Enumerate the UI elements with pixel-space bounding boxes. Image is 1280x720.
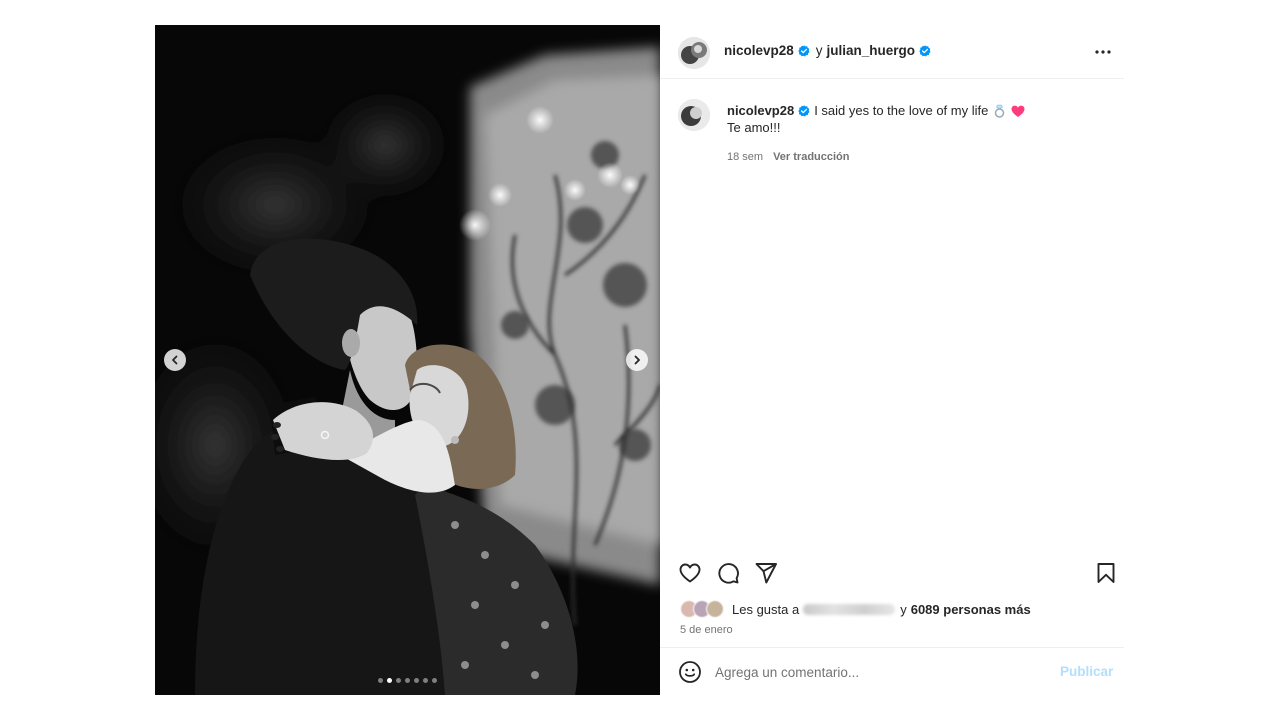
likes-prefix: Les gusta a (732, 601, 800, 617)
post-authors: nicolevp28 y julian_huergo (724, 43, 931, 58)
caption-body: nicolevp28 I said yes to the love of my … (727, 103, 1107, 165)
coauthor-username[interactable]: julian_huergo (827, 43, 916, 58)
caption-meta: 18 sem Ver traducción (727, 149, 1107, 165)
post-side-panel: nicolevp28 y julian_huergo nicolevp28 I … (660, 25, 1124, 695)
caption-line: nicolevp28 I said yes to the love of my … (727, 103, 1107, 119)
caption-text: I said yes to the love of my life (814, 103, 989, 118)
carousel-prev-button[interactable] (164, 349, 186, 371)
carousel-dot (414, 678, 419, 683)
comment-input[interactable] (715, 659, 1045, 685)
pink-heart-icon (1011, 105, 1025, 118)
post-age: 18 sem (727, 151, 764, 163)
verified-badge-icon (798, 44, 810, 56)
carousel-dot (432, 678, 437, 683)
caption-username[interactable]: nicolevp28 (727, 103, 794, 119)
carousel-dot (405, 678, 410, 683)
carousel-dot (387, 678, 392, 683)
post-date: 5 de enero (680, 624, 733, 636)
avatar (706, 600, 724, 618)
liker-avatars[interactable] (680, 600, 726, 618)
avatar[interactable] (678, 99, 710, 131)
blurred-username[interactable] (803, 603, 896, 615)
verified-badge-icon (919, 44, 931, 56)
post-photo (155, 25, 660, 695)
conjunction: y (815, 43, 823, 58)
avatar[interactable] (678, 37, 710, 69)
carousel-next-button[interactable] (626, 349, 648, 371)
action-bar (660, 561, 1124, 591)
more-horizontal-icon[interactable] (1094, 43, 1112, 61)
publish-button[interactable]: Publicar (1060, 664, 1113, 679)
likes-count[interactable]: 6089 personas más (911, 602, 1031, 617)
likes-and: y (900, 601, 907, 617)
post-media[interactable] (155, 25, 660, 695)
carousel-indicator (155, 678, 660, 683)
comment-icon[interactable] (716, 561, 740, 585)
chevron-right-icon (634, 355, 640, 365)
chevron-left-icon (172, 355, 178, 365)
likes-summary: Les gusta a y 6089 personas más (680, 600, 1031, 618)
bookmark-icon[interactable] (1094, 561, 1118, 585)
ring-icon (993, 104, 1006, 118)
share-icon[interactable] (754, 561, 778, 585)
see-translation-link[interactable]: Ver traducción (773, 149, 849, 165)
emoji-smile-icon[interactable] (678, 660, 702, 684)
instagram-post: nicolevp28 y julian_huergo nicolevp28 I … (155, 25, 1124, 695)
heart-icon[interactable] (678, 561, 702, 585)
author-username[interactable]: nicolevp28 (724, 43, 794, 58)
verified-badge-icon (798, 105, 810, 117)
post-header: nicolevp28 y julian_huergo (660, 25, 1124, 79)
carousel-dot (378, 678, 383, 683)
comment-bar: Publicar (660, 647, 1124, 695)
carousel-dot (423, 678, 428, 683)
carousel-dot (396, 678, 401, 683)
caption-line-2: Te amo!!! (727, 120, 781, 135)
